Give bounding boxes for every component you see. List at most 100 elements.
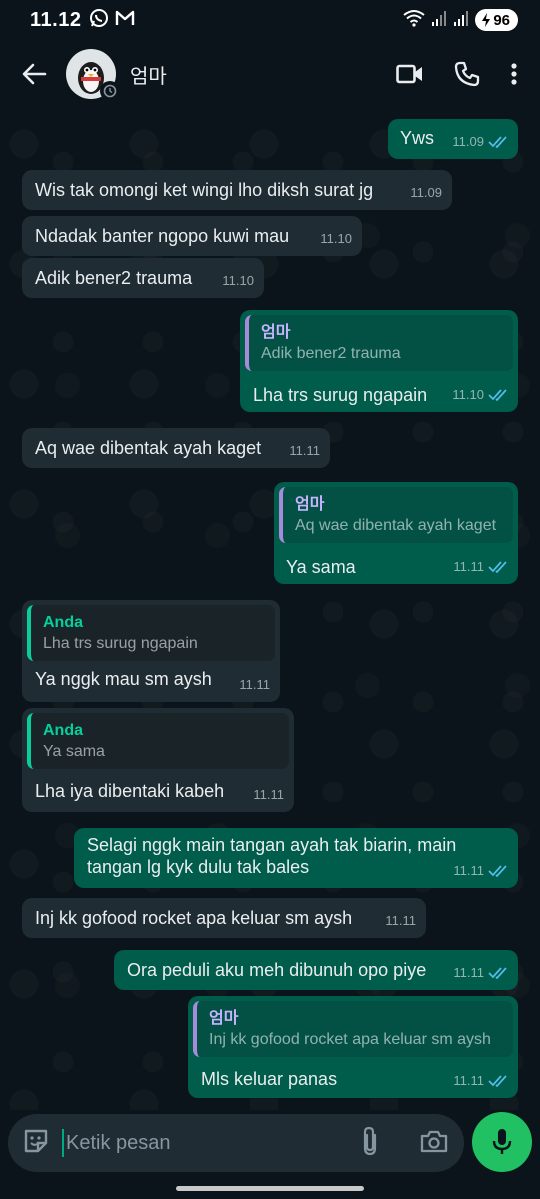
message-time: 11.11 <box>253 787 284 802</box>
chat-header: 엄마 <box>0 40 540 108</box>
back-button[interactable] <box>16 56 52 92</box>
quoted-sender: Anda <box>43 614 83 631</box>
home-indicator[interactable] <box>176 1186 364 1191</box>
gmail-notification-icon <box>115 10 135 31</box>
paperclip-icon <box>363 1126 377 1155</box>
message-time: 11.11 <box>453 559 484 574</box>
message-outgoing-reply[interactable]: 엄마 Inj kk gofood rocket apa keluar sm ay… <box>188 996 518 1098</box>
status-bar: 11.12 96 <box>0 0 540 40</box>
message-incoming[interactable]: Adik bener2 trauma 11.10 <box>22 258 264 298</box>
message-incoming[interactable]: Inj kk gofood rocket apa keluar sm aysh … <box>22 898 426 938</box>
message-text: Lha iya dibentaki kabeh <box>35 781 225 801</box>
message-time: 11.11 <box>453 863 484 878</box>
signal-icon-1 <box>431 9 447 32</box>
status-system-icons: 96 <box>403 9 518 32</box>
battery-level: 96 <box>493 11 510 29</box>
quoted-text: Inj kk gofood rocket apa keluar sm aysh <box>209 1031 491 1048</box>
sticker-button[interactable] <box>22 1127 50 1160</box>
message-time: 11.11 <box>385 913 416 928</box>
quoted-text: Ya sama <box>43 743 105 760</box>
message-text: Ya sama <box>286 557 356 577</box>
message-text: Yws <box>400 128 435 148</box>
message-incoming[interactable]: Ndadak banter ngopo kuwi mau 11.10 <box>22 216 362 256</box>
message-composer[interactable]: Ketik pesan <box>8 1114 464 1172</box>
contact-name[interactable]: 엄마 <box>130 60 167 89</box>
message-time: 11.10 <box>320 231 352 246</box>
message-text: Ora peduli aku meh dibunuh opo piye <box>127 960 427 980</box>
message-time: 11.09 <box>452 134 484 149</box>
message-text-line-2: tangan lg kyk dulu tak bales <box>87 857 310 877</box>
camera-button[interactable] <box>420 1129 448 1158</box>
message-time: 11.10 <box>222 273 254 288</box>
message-meta: 11.11 <box>253 784 284 806</box>
video-call-button[interactable] <box>396 63 424 85</box>
quoted-message[interactable]: 엄마 Aq wae dibentak ayah kaget <box>279 487 513 543</box>
message-meta: 11.11 <box>385 910 416 932</box>
text-caret <box>62 1129 64 1157</box>
quoted-message[interactable]: 엄마 Inj kk gofood rocket apa keluar sm ay… <box>193 1001 513 1057</box>
read-ticks-icon <box>488 1075 508 1087</box>
quoted-sender: 엄마 <box>209 1010 239 1027</box>
message-meta: 11.10 <box>320 228 352 250</box>
quoted-message[interactable]: 엄마 Adik bener2 trauma <box>245 315 513 371</box>
message-outgoing[interactable]: Ora peduli aku meh dibunuh opo piye 11.1… <box>114 950 518 990</box>
status-badge <box>100 81 120 101</box>
message-text: Mls keluar panas <box>201 1069 338 1089</box>
message-time: 11.11 <box>453 965 484 980</box>
voice-call-button[interactable] <box>454 61 480 87</box>
message-outgoing-reply[interactable]: 엄마 Aq wae dibentak ayah kaget Ya sama 11… <box>274 482 518 584</box>
sticker-icon <box>24 1129 48 1152</box>
message-text: Ndadak banter ngopo kuwi mau <box>35 226 290 246</box>
message-time: 11.11 <box>239 677 270 692</box>
quoted-text: Aq wae dibentak ayah kaget <box>295 517 497 534</box>
read-ticks-icon <box>488 865 508 877</box>
quoted-message[interactable]: Anda Lha trs surug ngapain <box>27 605 275 661</box>
message-text-line-1: Selagi nggk main tangan ayah tak biarin,… <box>87 835 457 855</box>
message-outgoing[interactable]: Selagi nggk main tangan ayah tak biarin,… <box>74 828 518 888</box>
quoted-sender: Anda <box>43 722 83 739</box>
voice-record-button[interactable] <box>472 1112 532 1172</box>
message-time: 11.09 <box>410 185 442 200</box>
whatsapp-notification-icon <box>89 8 109 33</box>
message-incoming-reply[interactable]: Anda Lha trs surug ngapain Ya nggk mau s… <box>22 600 280 702</box>
battery-indicator: 96 <box>475 9 518 31</box>
message-meta: 11.10 <box>222 270 254 292</box>
signal-icon-2 <box>453 9 469 32</box>
more-options-button[interactable] <box>510 62 518 86</box>
message-meta: 11.11 <box>453 860 508 882</box>
message-input[interactable]: Ketik pesan <box>66 1132 360 1155</box>
attach-button[interactable] <box>360 1126 380 1161</box>
chat-messages-area[interactable]: Yws 11.09 Wis tak omongi ket wingi lho d… <box>0 108 540 1110</box>
read-ticks-icon <box>488 967 508 979</box>
quoted-message[interactable]: Anda Ya sama <box>27 713 289 769</box>
message-incoming[interactable]: Wis tak omongi ket wingi lho diksh surat… <box>22 170 452 210</box>
message-meta: 11.11 <box>453 556 508 578</box>
contact-avatar[interactable] <box>66 49 120 101</box>
camera-icon <box>420 1130 448 1152</box>
video-camera-icon <box>396 64 422 84</box>
message-outgoing-reply[interactable]: 엄마 Adik bener2 trauma Lha trs surug ngap… <box>240 310 518 412</box>
message-text: Adik bener2 trauma <box>35 268 193 288</box>
message-text: Wis tak omongi ket wingi lho diksh surat… <box>35 180 374 200</box>
more-vertical-icon <box>511 63 517 85</box>
quoted-sender: 엄마 <box>261 324 291 341</box>
message-outgoing[interactable]: Yws 11.09 <box>388 119 518 159</box>
message-meta: 11.11 <box>453 1070 508 1092</box>
message-meta: 11.11 <box>289 440 320 462</box>
status-time: 11.12 <box>30 8 82 31</box>
message-meta: 11.11 <box>453 962 508 984</box>
arrow-left-icon <box>22 63 47 85</box>
message-time: 11.11 <box>453 1073 484 1088</box>
quoted-text: Adik bener2 trauma <box>261 345 401 362</box>
message-meta: 11.11 <box>239 674 270 696</box>
message-meta: 11.09 <box>452 131 508 153</box>
message-incoming[interactable]: Aq wae dibentak ayah kaget 11.11 <box>22 428 330 468</box>
read-ticks-icon <box>488 136 508 148</box>
message-text: Ya nggk mau sm aysh <box>35 669 212 689</box>
message-incoming-reply[interactable]: Anda Ya sama Lha iya dibentaki kabeh 11.… <box>22 708 294 812</box>
message-meta: 11.09 <box>410 182 442 204</box>
message-meta: 11.10 <box>452 384 508 406</box>
microphone-icon <box>492 1129 512 1154</box>
status-notification-icons <box>89 8 135 33</box>
read-ticks-icon <box>488 561 508 573</box>
